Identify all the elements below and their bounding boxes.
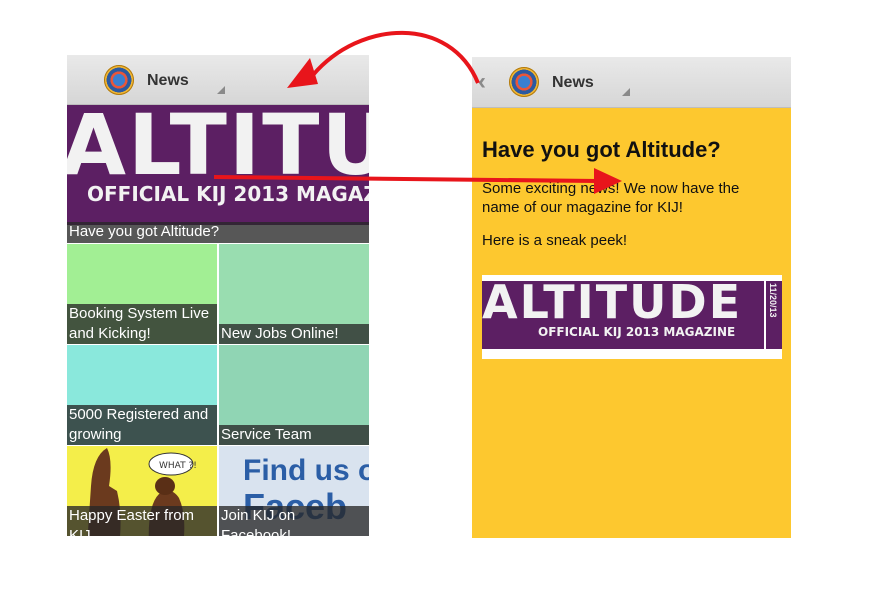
article-screen: ‹ News Have you got Altitude? Some excit… xyxy=(472,57,791,538)
banner-art-subtext: OFFICIAL KIJ 2013 MAGAZINE xyxy=(538,325,736,339)
tile-caption: Have you got Altitude? xyxy=(67,222,369,243)
news-tile[interactable]: New Jobs Online! xyxy=(219,244,369,344)
tile-caption: Service Team xyxy=(219,425,369,445)
kij-logo-icon[interactable] xyxy=(509,67,539,97)
banner-art-text: ALTITUDE xyxy=(482,281,743,329)
kij-logo-icon[interactable] xyxy=(104,65,134,95)
banner-art-text: ALTITUDE xyxy=(67,105,369,194)
altitude-banner-image: ALTITUDE OFFICIAL KIJ 2013 MAGAZINE xyxy=(482,281,764,349)
altitude-banner-image: ALTITUDE OFFICIAL KIJ 2013 MAGAZINE xyxy=(67,105,369,225)
banner-side-strip: 11/20/13 xyxy=(766,281,782,349)
tile-caption: Happy Easter from KIJ xyxy=(67,506,217,536)
article-title: Have you got Altitude? xyxy=(482,137,721,162)
back-arrow-icon[interactable]: ‹ xyxy=(478,70,496,94)
news-tile[interactable]: Booking System Live and Kicking! xyxy=(67,244,217,344)
article-paragraph: Here is a sneak peek! xyxy=(482,232,628,249)
news-tile[interactable]: Find us o Faceb Join KIJ on Facebook! xyxy=(219,446,369,536)
dropdown-triangle-icon[interactable] xyxy=(622,88,630,96)
tile-caption: New Jobs Online! xyxy=(219,324,369,344)
article-content: Have you got Altitude? Some exciting new… xyxy=(482,137,777,264)
action-bar-title[interactable]: News xyxy=(552,74,594,92)
news-list-screen: News ALTITUDE OFFICIAL KIJ 2013 MAGAZINE… xyxy=(67,55,369,536)
news-tile[interactable]: WHAT ?! Happy Easter from KIJ xyxy=(67,446,217,536)
tile-caption: 5000 Registered and growing xyxy=(67,405,217,445)
tile-caption: Booking System Live and Kicking! xyxy=(67,304,217,344)
banner-side-text: 11/20/13 xyxy=(768,283,778,318)
dropdown-triangle-icon[interactable] xyxy=(217,86,225,94)
news-tile[interactable]: Service Team xyxy=(219,345,369,445)
news-tile[interactable]: 5000 Registered and growing xyxy=(67,345,217,445)
speech-bubble-text: WHAT ?! xyxy=(159,461,197,471)
facebook-art-text: Find us o xyxy=(243,454,369,487)
news-tile-featured[interactable]: ALTITUDE OFFICIAL KIJ 2013 MAGAZINE Have… xyxy=(67,105,369,243)
action-bar-title[interactable]: News xyxy=(147,72,189,90)
article-paragraph: Some exciting news! We now have the name… xyxy=(482,180,740,216)
article-image: ALTITUDE OFFICIAL KIJ 2013 MAGAZINE 11/2… xyxy=(482,275,782,359)
banner-art-subtext: OFFICIAL KIJ 2013 MAGAZINE xyxy=(87,182,369,206)
action-bar: News xyxy=(67,55,369,105)
action-bar: ‹ News xyxy=(472,57,791,108)
tile-caption: Join KIJ on Facebook! xyxy=(219,506,369,536)
